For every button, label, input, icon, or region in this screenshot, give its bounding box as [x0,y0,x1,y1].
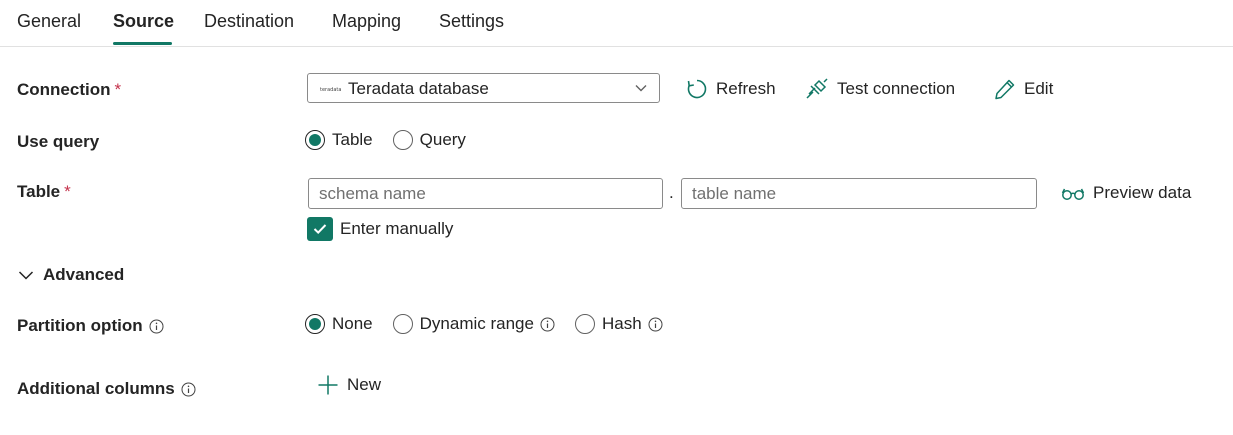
test-connection-button[interactable]: Test connection [805,78,955,100]
pencil-icon [995,79,1015,100]
glasses-icon [1061,188,1085,200]
additional-columns-label: Additional columns [17,379,196,399]
preview-data-button[interactable]: Preview data [1061,183,1191,203]
new-column-button[interactable]: New [317,374,381,396]
radio-query[interactable]: Query [392,130,466,150]
tab-source[interactable]: Source [113,11,174,32]
use-query-label: Use query [17,132,100,151]
radio-table-label: Table [332,130,373,149]
radio-button-checked [305,130,325,150]
radio-button [392,130,413,150]
info-icon[interactable] [181,382,196,397]
tab-general[interactable]: General [17,11,81,32]
radio-dynamic-range-label: Dynamic range [419,314,534,333]
plug-connection-icon [806,78,828,99]
connection-label-text: Connection [17,80,111,99]
table-name-input[interactable] [681,178,1037,209]
teradata-logo: teradata [320,87,342,93]
refresh-button[interactable]: Refresh [686,78,776,100]
table-label-text: Table [17,182,61,201]
connection-selected-value: Teradata database [348,79,489,98]
required-marker: * [64,182,71,201]
radio-dynamic-range[interactable]: Dynamic range [392,314,555,334]
plus-icon [318,375,338,395]
required-marker: * [114,80,122,99]
radio-none[interactable]: None [305,314,373,334]
table-label: Table * [17,182,71,202]
partition-option-label-text: Partition option [17,316,143,335]
active-tab-indicator [113,42,172,45]
edit-button[interactable]: Edit [994,78,1053,100]
chevron-down-icon [18,271,34,280]
info-icon[interactable] [540,317,555,332]
enter-manually-label: Enter manually [340,219,454,238]
schema-table-separator: . [669,183,674,202]
checkbox-checked [307,217,333,241]
chevron-down-icon [635,85,647,92]
additional-columns-label-text: Additional columns [17,379,175,398]
schema-name-input[interactable] [308,178,663,209]
tab-mapping[interactable]: Mapping [332,11,401,32]
edit-label: Edit [1024,79,1054,98]
radio-table[interactable]: Table [305,130,373,150]
info-icon[interactable] [149,319,164,334]
refresh-label: Refresh [716,79,776,98]
radio-button [392,314,413,334]
partition-option-label: Partition option [17,316,164,336]
radio-hash-label: Hash [601,314,642,333]
radio-none-label: None [332,314,373,333]
partition-radio-group: None Dynamic range Hash [305,314,683,334]
tab-bar: General Source Destination Mapping Setti… [0,0,1233,47]
enter-manually-checkbox[interactable]: Enter manually [307,217,453,241]
connection-label: Connection * [17,80,121,100]
radio-query-label: Query [419,130,466,149]
test-connection-label: Test connection [837,79,956,98]
refresh-icon [687,79,707,99]
tab-settings[interactable]: Settings [439,11,504,32]
advanced-toggle[interactable]: Advanced [18,265,124,285]
radio-hash[interactable]: Hash [574,314,663,334]
tab-destination[interactable]: Destination [204,11,294,32]
radio-button-checked [305,314,325,334]
new-label: New [347,375,382,394]
radio-button [574,314,595,334]
preview-data-label: Preview data [1093,183,1192,202]
connection-dropdown[interactable]: teradata Teradata database [307,73,660,103]
checkmark-icon [313,224,327,235]
info-icon[interactable] [648,317,663,332]
use-query-radio-group: Table Query [305,130,486,150]
advanced-label: Advanced [43,265,125,284]
